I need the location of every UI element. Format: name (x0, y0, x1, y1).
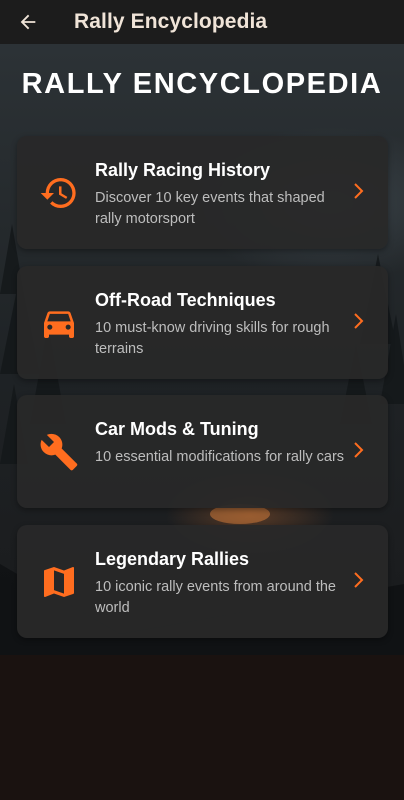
card-description: Discover 10 key events that shaped rally… (95, 190, 325, 227)
car-icon (44, 311, 74, 338)
card-rally-racing-history[interactable]: Rally Racing History Discover 10 key eve… (17, 136, 388, 249)
back-button[interactable] (0, 0, 56, 44)
wrench-icon (40, 433, 78, 471)
chevron-right-icon (354, 183, 364, 199)
app-bar-title: Rally Encyclopedia (74, 10, 268, 33)
arrow-left-icon (20, 14, 36, 30)
card-title: Legendary Rallies (95, 549, 250, 569)
app-bar: Rally Encyclopedia (0, 0, 404, 44)
chevron-right-icon (354, 313, 364, 329)
history-icon (40, 178, 76, 209)
card-description: 10 iconic rally events from around the w… (95, 579, 336, 616)
card-title: Car Mods & Tuning (95, 419, 259, 439)
card-title: Off-Road Techniques (95, 290, 276, 310)
page-title: RALLY ENCYCLOPEDIA (21, 68, 383, 100)
card-car-mods-tuning[interactable]: Car Mods & Tuning 10 essential modificat… (17, 395, 388, 508)
card-off-road-techniques[interactable]: Off-Road Techniques 10 must-know driving… (17, 266, 388, 379)
card-description: 10 essential modifications for rally car… (95, 449, 345, 465)
map-icon (44, 567, 74, 597)
chevron-right-icon (354, 442, 364, 458)
screen: Rally Encyclopedia RALLY ENCYCLOPEDIA Ra… (0, 0, 404, 800)
card-title: Rally Racing History (95, 160, 271, 180)
card-legendary-rallies[interactable]: Legendary Rallies 10 iconic rally events… (17, 525, 388, 638)
card-description: 10 must-know driving skills for rough te… (95, 320, 330, 357)
chevron-right-icon (354, 572, 364, 588)
